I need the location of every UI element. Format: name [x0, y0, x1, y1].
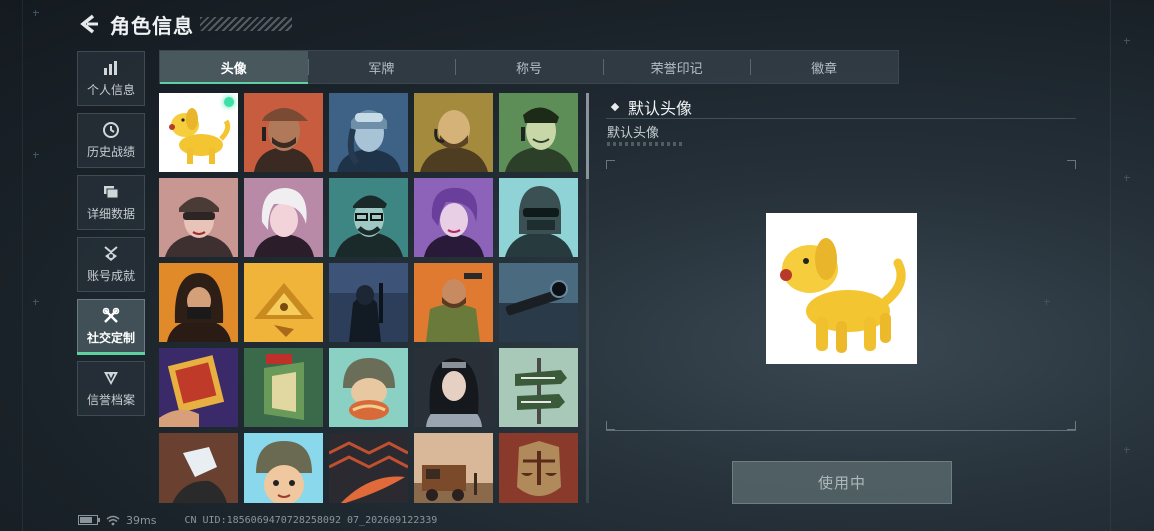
avatar-exit-door[interactable] — [244, 348, 323, 427]
diamond-icon — [610, 102, 620, 112]
tab-avatar[interactable]: 头像 — [160, 51, 308, 84]
selected-indicator — [224, 97, 234, 107]
sidebar-item-achievements[interactable]: 账号成就 — [77, 237, 145, 292]
sidebar-item-label: 个人信息 — [86, 83, 135, 97]
sidebar-item-history[interactable]: 历史战绩 — [77, 113, 145, 168]
background-crosshair — [1124, 175, 1130, 181]
sidebar-item-label: 账号成就 — [86, 269, 135, 283]
sidebar-item-label: 详细数据 — [86, 207, 135, 221]
frame-corner — [606, 160, 615, 169]
frame-corner — [1067, 421, 1076, 430]
avatar-long-hair-mask[interactable] — [159, 263, 238, 342]
detail-title-text: 默认头像 — [628, 99, 693, 118]
clock-history-icon — [103, 122, 119, 138]
avatar-soldier-cap[interactable] — [244, 93, 323, 172]
page-header: 角色信息 — [78, 10, 292, 38]
avatar-helmet-noodles[interactable] — [329, 348, 408, 427]
avatar-helmet-kid[interactable] — [244, 433, 323, 503]
sidebar-item-personal-info[interactable]: 个人信息 — [77, 51, 145, 106]
wifi-icon — [106, 515, 120, 525]
background-crosshair — [33, 152, 39, 158]
folder-icon — [104, 186, 119, 199]
description-decoration — [607, 142, 682, 146]
sidebar-item-label: 信誉档案 — [86, 393, 135, 407]
tab-honor-mark[interactable]: 荣誉印记 — [602, 51, 751, 83]
sidebar-item-label: 历史战绩 — [86, 145, 135, 159]
background-crosshair — [1124, 447, 1130, 453]
avatar-scales-emblem[interactable] — [499, 433, 578, 503]
avatar-way-out-sign[interactable] — [499, 348, 578, 427]
ping-text: 39ms — [126, 513, 157, 527]
background-crosshair — [1124, 38, 1130, 44]
avatar-smiling-headset[interactable] — [499, 93, 578, 172]
avatar-feather[interactable] — [329, 433, 408, 503]
back-arrow-icon[interactable] — [78, 13, 100, 35]
avatar-bearded-soldier[interactable] — [414, 263, 493, 342]
avatar-poster-hand[interactable] — [159, 348, 238, 427]
avatar-white-hair-woman[interactable] — [244, 178, 323, 257]
background-crosshair — [33, 299, 39, 305]
avatar-sniper-scope[interactable] — [499, 263, 578, 342]
avatar-glasses-man[interactable] — [329, 178, 408, 257]
status-bar: 39ms CN UID:1856069470728258092 07_20260… — [78, 513, 437, 527]
scroll-thumb[interactable] — [586, 93, 589, 179]
detail-title: 默认头像 — [610, 95, 693, 119]
page-title: 角色信息 — [110, 13, 194, 38]
battery-icon — [78, 515, 100, 525]
avatar-purple-hair-woman[interactable] — [414, 178, 493, 257]
background-crosshair — [33, 10, 39, 16]
avatar-masked-soldier[interactable] — [499, 178, 578, 257]
avatar-dark-hair-woman[interactable] — [414, 348, 493, 427]
wrench-icon — [102, 307, 120, 323]
avatar-yellow-dog[interactable] — [159, 93, 238, 172]
in-use-button[interactable]: 使用中 — [732, 461, 952, 504]
uid-text: CN UID:1856069470728258092 07_2026091223… — [184, 514, 438, 526]
sidebar-item-reputation[interactable]: 信誉档案 — [77, 361, 145, 416]
avatar-female-goggles[interactable] — [159, 178, 238, 257]
divider — [606, 430, 1076, 431]
sidebar-item-detailed-data[interactable]: 详细数据 — [77, 175, 145, 230]
shield-icon — [104, 372, 118, 385]
avatar-gold-triangle[interactable] — [244, 263, 323, 342]
avatar-rusty-truck[interactable] — [414, 433, 493, 503]
detail-description: 默认头像 — [607, 126, 660, 141]
sidebar-item-social-custom[interactable]: 社交定制 — [77, 299, 145, 355]
sidebar: 个人信息 历史战绩 详细数据 账号成就 社交定制 信誉档案 — [77, 51, 145, 423]
background-line — [1110, 0, 1111, 531]
avatar-diamond-hand[interactable] — [159, 433, 238, 503]
avatar-scrollbar[interactable] — [586, 93, 589, 503]
tab-dogtag[interactable]: 军牌 — [307, 51, 456, 83]
sidebar-item-label: 社交定制 — [86, 331, 135, 345]
avatar-pilot-woman[interactable] — [329, 93, 408, 172]
frame-corner — [1067, 160, 1076, 169]
avatar-preview — [766, 213, 917, 364]
avatar-grid — [159, 93, 579, 503]
tab-badge[interactable]: 徽章 — [750, 51, 898, 83]
category-tabs: 头像 军牌 称号 荣誉印记 徽章 — [159, 50, 899, 84]
divider — [606, 118, 1076, 119]
bar-chart-icon — [104, 61, 117, 75]
title-decoration — [200, 17, 292, 31]
avatar-bald-headset[interactable] — [414, 93, 493, 172]
frame-corner — [606, 421, 615, 430]
tab-title[interactable]: 称号 — [455, 51, 603, 83]
background-line — [22, 0, 23, 531]
medal-icon — [104, 246, 118, 261]
avatar-night-soldier[interactable] — [329, 263, 408, 342]
